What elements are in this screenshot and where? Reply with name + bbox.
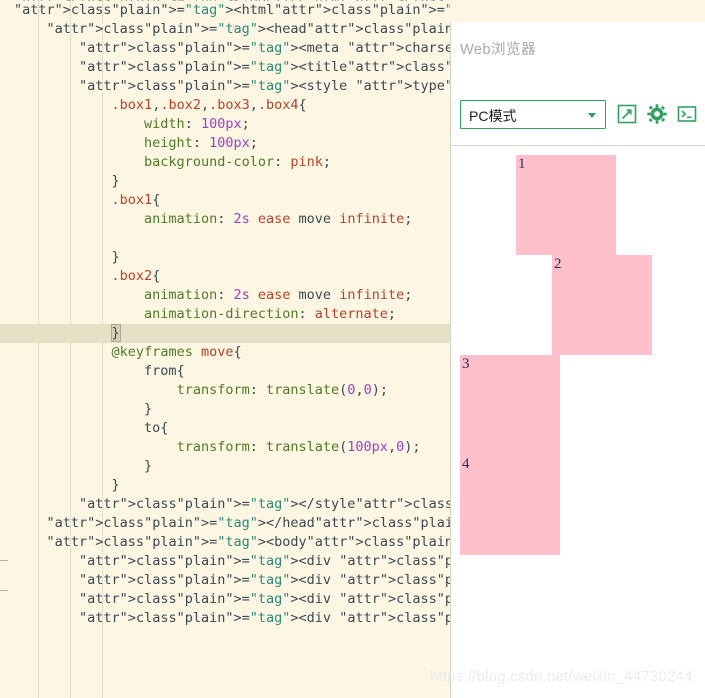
terminal-icon[interactable] bbox=[676, 103, 698, 125]
code-line[interactable]: } bbox=[0, 172, 450, 191]
code-line[interactable]: animation-direction: alternate; bbox=[0, 305, 450, 324]
code-line[interactable]: from{ bbox=[0, 362, 450, 381]
code-line[interactable]: "attr">class"plain">="tag"><body"attr">c… bbox=[0, 533, 450, 552]
code-line[interactable]: @keyframes move{ bbox=[0, 343, 450, 362]
code-line[interactable]: "attr">class"plain">="tag"><div "attr">c… bbox=[0, 571, 450, 590]
gear-icon[interactable] bbox=[646, 103, 668, 125]
code-line[interactable]: animation: 2s ease move infinite; bbox=[0, 210, 450, 229]
code-line[interactable]: .box1{ bbox=[0, 191, 450, 210]
code-line[interactable]: transform: translate(100px,0); bbox=[0, 438, 450, 457]
preview-box-3: 3 bbox=[460, 355, 560, 455]
code-line[interactable]: height: 100px; bbox=[0, 134, 450, 153]
open-external-icon[interactable] bbox=[616, 103, 638, 125]
code-text[interactable]: "attr">class"plain">="tag"><!DOCTYPE htm… bbox=[0, 0, 450, 628]
code-line[interactable]: to{ bbox=[0, 419, 450, 438]
code-line[interactable] bbox=[0, 229, 450, 248]
code-line[interactable]: width: 100px; bbox=[0, 115, 450, 134]
code-line[interactable]: "attr">class"plain">="tag"><style "attr"… bbox=[0, 77, 450, 96]
code-line[interactable]: "attr">class"plain">="tag"><div "attr">c… bbox=[0, 609, 450, 628]
code-line[interactable]: "attr">class"plain">="tag"><head"attr">c… bbox=[0, 20, 450, 39]
browser-toolbar: PC模式 bbox=[451, 86, 705, 144]
device-mode-select[interactable]: PC模式 bbox=[460, 100, 606, 129]
preview-viewport: 1 2 3 4 bbox=[451, 146, 705, 698]
watermark-text: https://blog.csdn.net/weixin_44730244 bbox=[430, 668, 693, 685]
code-line[interactable]: .box1,.box2,.box3,.box4{ bbox=[0, 96, 450, 115]
code-line[interactable]: "attr">class"plain">="tag"><div "attr">c… bbox=[0, 552, 450, 571]
code-line[interactable]: } bbox=[0, 400, 450, 419]
code-line[interactable]: } bbox=[0, 476, 450, 495]
code-line[interactable]: "attr">class"plain">="tag"></style"attr"… bbox=[0, 495, 450, 514]
preview-box-1: 1 bbox=[516, 155, 616, 255]
code-line[interactable]: "attr">class"plain">="tag"><div "attr">c… bbox=[0, 590, 450, 609]
code-line[interactable]: } bbox=[0, 248, 450, 267]
code-line[interactable]: "attr">class"plain">="tag"><title"attr">… bbox=[0, 58, 450, 77]
code-line[interactable]: } bbox=[0, 457, 450, 476]
preview-box-4: 4 bbox=[460, 455, 560, 555]
code-line[interactable]: background-color: pink; bbox=[0, 153, 450, 172]
code-line[interactable]: "attr">class"plain">="tag"><html"attr">c… bbox=[0, 1, 450, 20]
code-editor-pane[interactable]: "attr">class"plain">="tag"><!DOCTYPE htm… bbox=[0, 0, 450, 698]
code-line[interactable]: } bbox=[0, 324, 450, 343]
chevron-down-icon bbox=[588, 113, 596, 118]
panel-title: Web浏览器 bbox=[460, 42, 537, 58]
device-mode-value: PC模式 bbox=[469, 108, 517, 124]
code-line[interactable]: "attr">class"plain">="tag"><meta "attr">… bbox=[0, 39, 450, 58]
preview-box-2: 2 bbox=[552, 255, 652, 355]
web-browser-panel: Web浏览器 PC模式 1 2 3 4 bbox=[450, 22, 705, 698]
code-line[interactable]: animation: 2s ease move infinite; bbox=[0, 286, 450, 305]
code-line[interactable]: .box2{ bbox=[0, 267, 450, 286]
code-line[interactable]: "attr">class"plain">="tag"></head"attr">… bbox=[0, 514, 450, 533]
code-line[interactable]: transform: translate(0,0); bbox=[0, 381, 450, 400]
